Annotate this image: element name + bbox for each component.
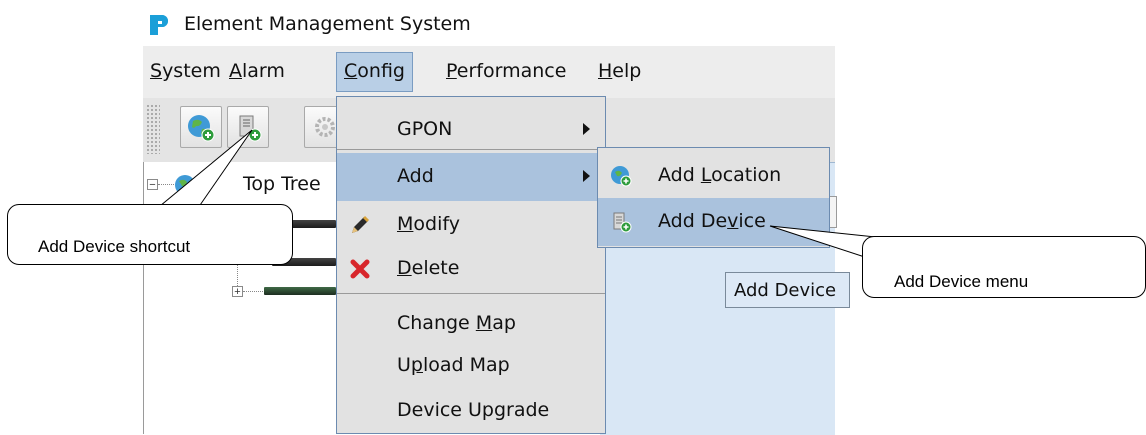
callout-shortcut-text: Add Device shortcut [38,237,191,256]
callout-menu: Add Device menu [862,236,1146,298]
callout-menu-text: Add Device menu [894,272,1029,291]
callout-shortcut: Add Device shortcut [7,204,293,265]
